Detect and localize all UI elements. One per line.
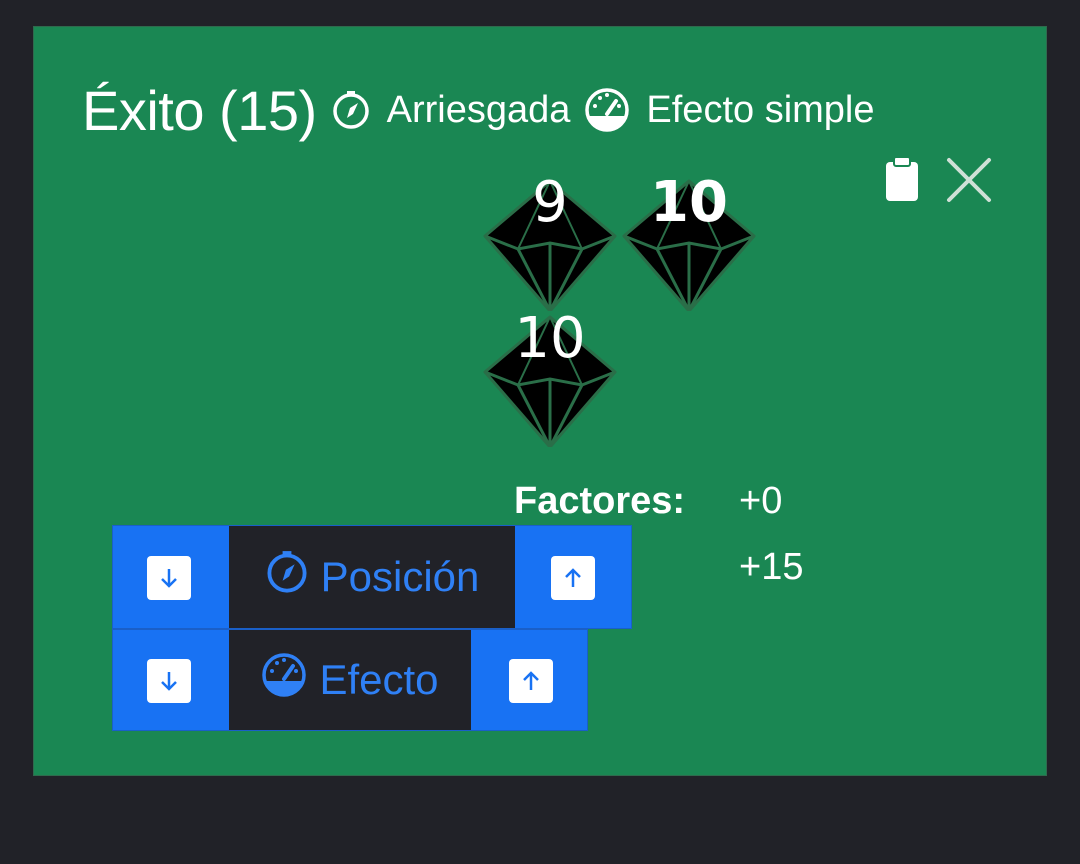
gauge-icon <box>261 652 307 708</box>
position-display: Posición <box>229 526 515 628</box>
arrow-down-icon <box>161 569 177 588</box>
die-3: 10 <box>480 307 620 447</box>
die-3-value: 10 <box>514 306 586 371</box>
die-1: 9 <box>480 171 620 311</box>
die-2-value: 10 <box>650 170 728 235</box>
die-1-value: 9 <box>532 170 568 235</box>
roll-header: Éxito (15) Arriesgada Efecto simple <box>82 75 875 145</box>
factor-value-effect: +15 <box>739 546 804 588</box>
effect-control-label: Efecto <box>319 656 439 703</box>
position-control: Posición <box>112 525 632 629</box>
compass-icon <box>331 90 371 130</box>
effect-increase-button[interactable] <box>509 659 553 703</box>
arrow-down-icon <box>161 672 177 691</box>
close-button[interactable] <box>944 157 994 207</box>
position-value: Arriesgada <box>386 88 571 131</box>
copy-button[interactable] <box>882 155 922 207</box>
position-increase-button[interactable] <box>551 556 595 600</box>
compass-icon <box>265 550 309 604</box>
factors-label: Factores: <box>514 480 686 522</box>
die-2: 10 <box>619 171 759 311</box>
effect-decrease-button[interactable] <box>147 659 191 703</box>
effect-display: Efecto <box>229 630 471 730</box>
position-decrease-button[interactable] <box>147 556 191 600</box>
roll-result-card: Éxito (15) Arriesgada Efecto simple 9 10… <box>33 26 1047 776</box>
gauge-icon <box>584 87 630 133</box>
clipboard-icon <box>885 155 919 207</box>
factor-value-position: +0 <box>739 480 783 522</box>
arrow-up-icon <box>523 671 539 690</box>
effect-value: Efecto simple <box>646 88 875 131</box>
roll-result-title: Éxito (15) <box>82 78 317 142</box>
effect-control: Efecto <box>112 629 588 731</box>
arrow-up-icon <box>565 568 581 587</box>
close-icon <box>946 157 992 208</box>
position-control-label: Posición <box>320 553 480 600</box>
